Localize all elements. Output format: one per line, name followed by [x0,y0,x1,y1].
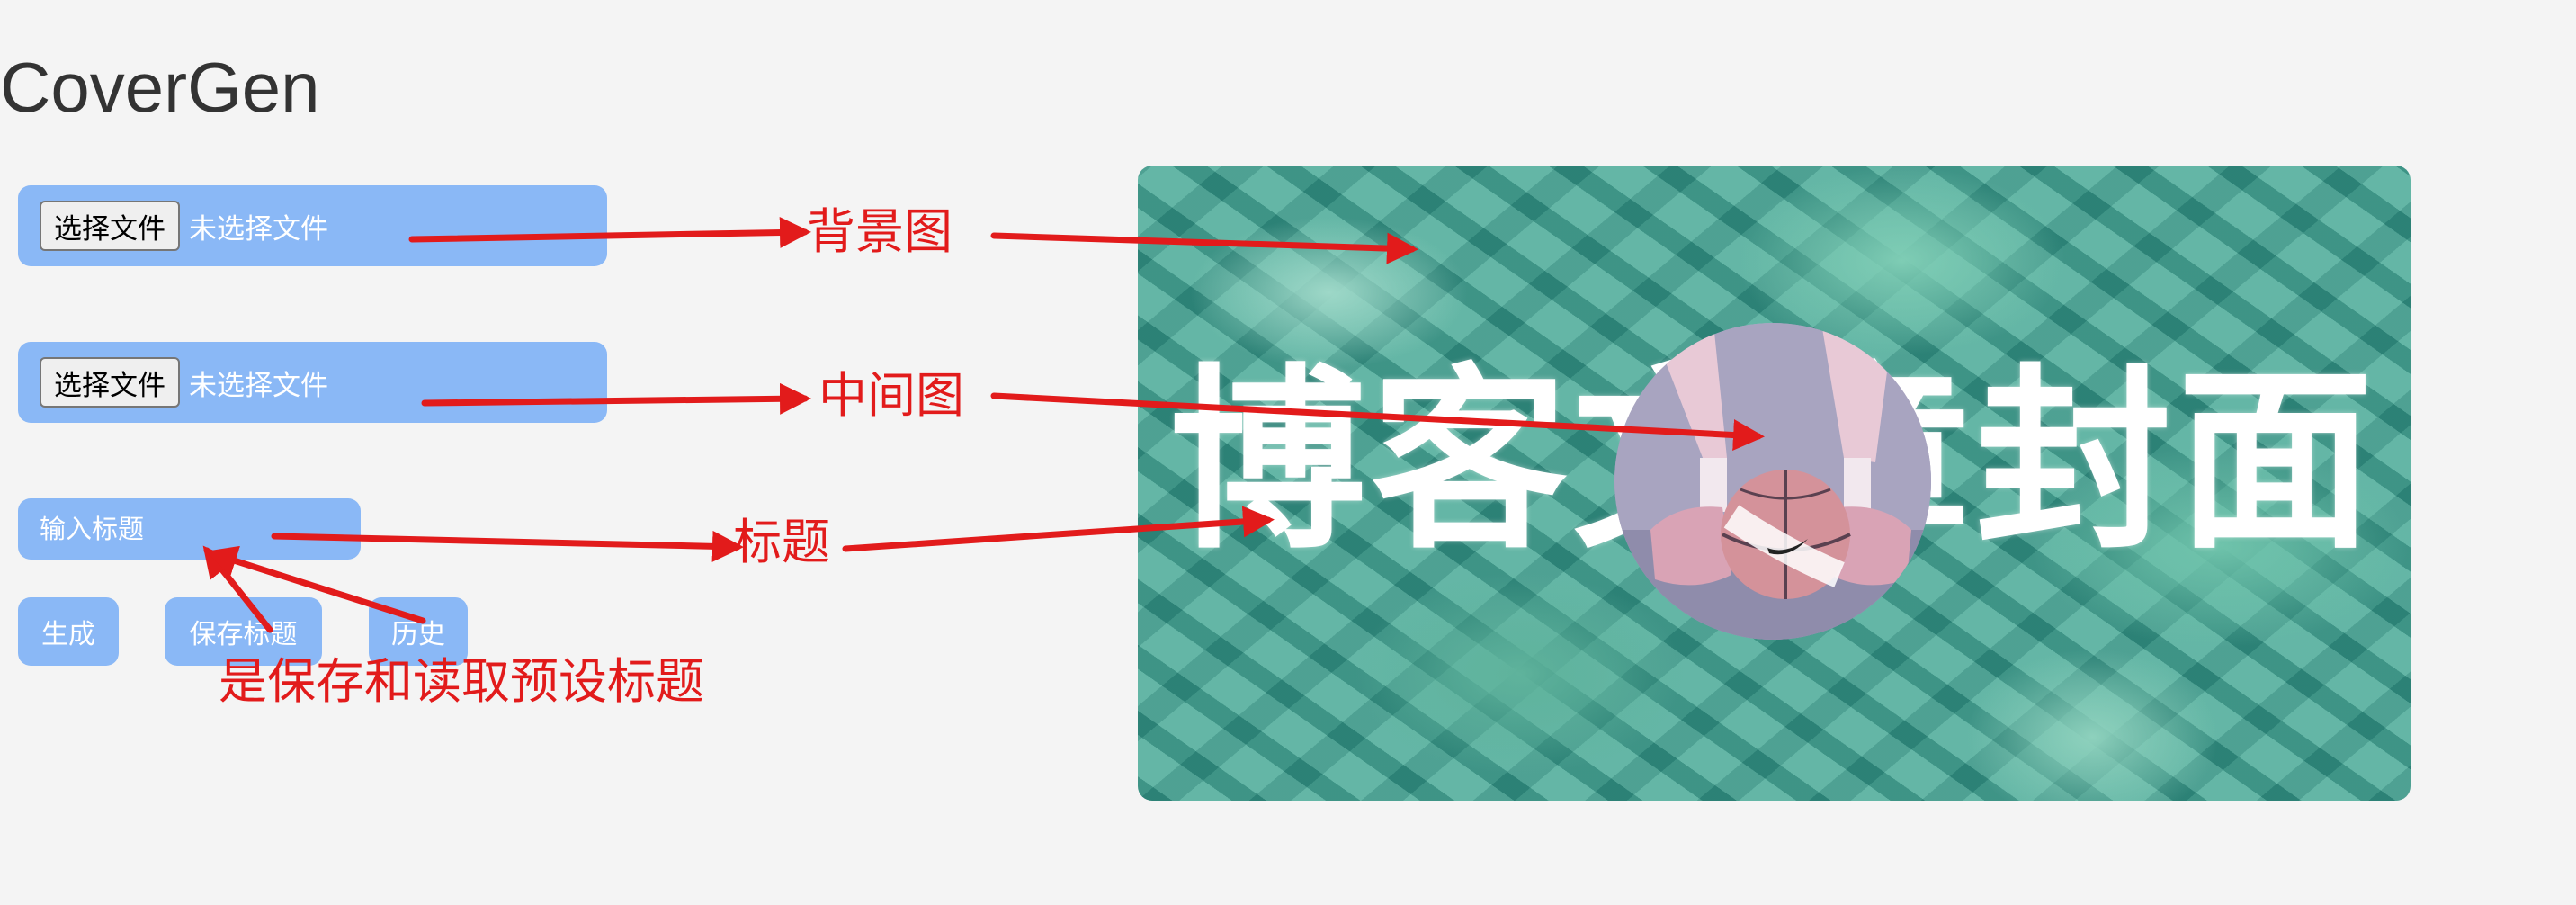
arrow-to-background-label [408,217,811,249]
arrow-to-preview-title [842,506,1275,552]
arrow-history-to-input [205,545,426,624]
arrow-to-title-label [271,530,744,562]
annotation-arrows [202,217,1765,633]
arrow-to-background-image [990,232,1418,264]
arrow-to-middle-image [990,392,1765,451]
arrow-to-middle-label [421,382,811,415]
